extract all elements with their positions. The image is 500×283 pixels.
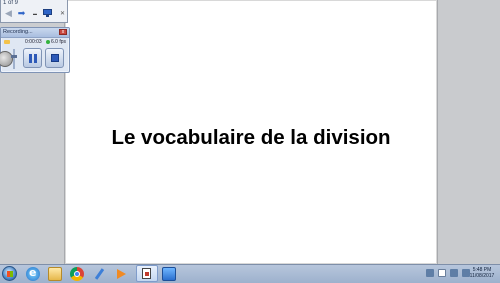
recording-controls [0,47,69,71]
more-options-button[interactable]: ... [29,8,40,18]
pause-icon [29,54,37,63]
recording-elapsed: 0:00:03 [25,39,42,45]
chrome-icon[interactable] [70,267,84,281]
page-count: 1 of 9 [3,0,19,6]
recorder-app-icon[interactable] [162,267,176,281]
clock-date: 11/08/2017 [469,273,495,279]
prev-slide-button[interactable]: ◀ [3,8,14,18]
system-tray [426,269,470,277]
action-center-icon[interactable] [438,269,446,277]
recording-title: Recording... [3,29,33,35]
internet-explorer-icon[interactable] [26,266,40,281]
recording-titlebar[interactable]: Recording... x [1,28,69,38]
stop-button[interactable] [45,48,64,68]
volume-slider[interactable] [13,49,15,69]
recording-fps: 6.0 fps [51,39,67,45]
volume-slider-thumb[interactable] [11,55,17,58]
monitor-icon[interactable] [42,8,53,18]
pen-icon[interactable] [92,267,106,281]
slide-title: Le vocabulaire de la division [111,126,391,149]
show-hidden-icon[interactable] [426,269,434,277]
pause-button[interactable] [23,48,42,68]
recording-close-button[interactable]: x [59,29,67,35]
next-slide-button[interactable]: ➡ [16,8,27,18]
slide-canvas: Le vocabulaire de la division [65,0,437,264]
volume-knob[interactable] [0,51,13,67]
media-player-icon[interactable] [114,267,128,281]
nav-close-button[interactable]: ✕ [60,10,65,17]
status-dot-icon [46,40,50,44]
right-panel [437,0,500,264]
start-button[interactable] [2,266,17,281]
recording-info: 0:00:03 6.0 fps [1,38,69,46]
folder-icon[interactable] [48,267,62,281]
taskbar: 5:48 PM 11/08/2017 [0,264,500,283]
nav-controls: ◀ ➡ ... [3,8,53,18]
clock[interactable]: 5:48 PM 11/08/2017 [466,267,498,279]
network-icon[interactable] [450,269,458,277]
microphone-icon [4,40,10,44]
presentation-app-icon[interactable] [136,265,158,282]
presentation-nav-panel: 1 of 9 ◀ ➡ ... ✕ [0,0,68,23]
stop-icon [51,54,59,62]
recording-widget: Recording... x 0:00:03 6.0 fps [0,27,70,73]
